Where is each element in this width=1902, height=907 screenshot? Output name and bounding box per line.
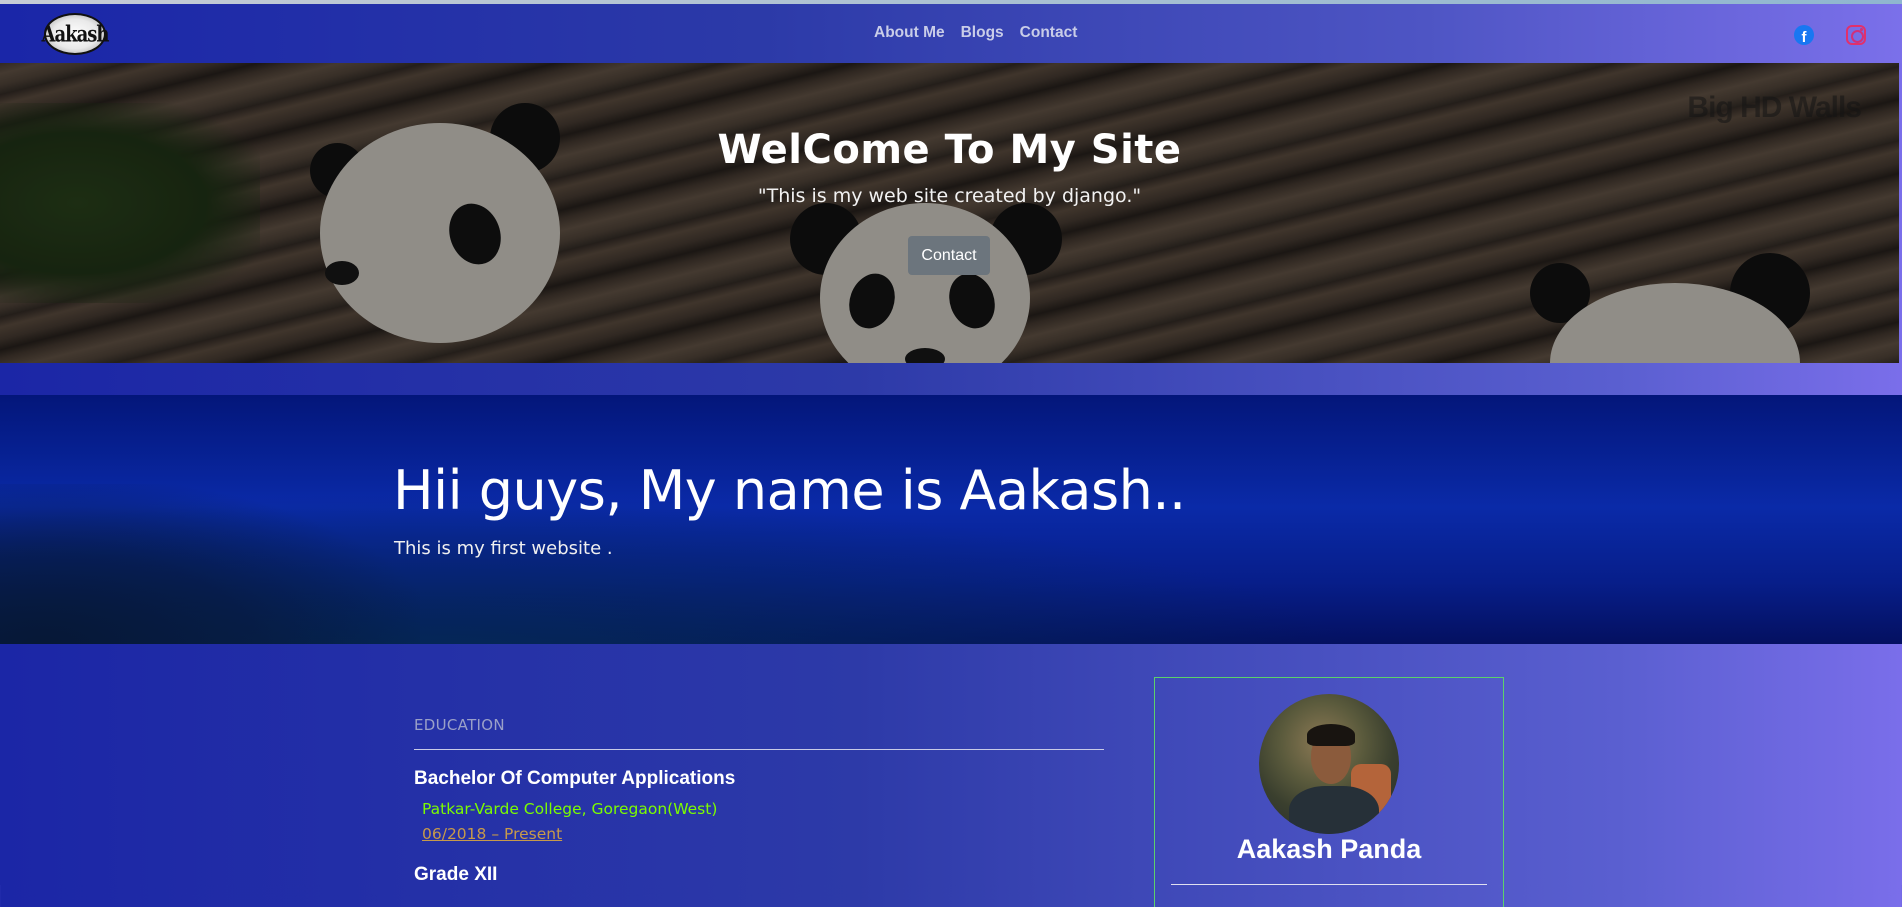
facebook-link[interactable]: f	[1793, 24, 1815, 46]
site-logo[interactable]: Aakash	[41, 13, 110, 55]
instagram-link[interactable]	[1845, 24, 1867, 46]
contact-button[interactable]: Contact	[908, 236, 990, 275]
facebook-icon: f	[1794, 25, 1814, 45]
navbar: Aakash About Me Blogs Contact f	[0, 4, 1902, 63]
nav-link-blogs[interactable]: Blogs	[961, 24, 1004, 42]
hero-title: WelCome To My Site	[717, 127, 1182, 173]
education-heading: EDUCATION	[414, 716, 505, 734]
nav-links: About Me Blogs Contact	[874, 24, 1077, 42]
education-dates: 06/2018 – Present	[422, 825, 563, 843]
education-college: Patkar-Varde College, Goregaon(West)	[422, 800, 718, 818]
intro-jumbotron: Hii guys, My name is Aakash.. This is my…	[0, 395, 1902, 644]
hero-subtitle: "This is my web site created by django."	[757, 185, 1142, 207]
education-degree: Bachelor Of Computer Applications	[414, 768, 736, 789]
education-divider	[414, 749, 1104, 750]
profile-card: Aakash Panda	[1154, 677, 1504, 907]
education-degree: Grade XII	[414, 864, 498, 885]
instagram-icon	[1846, 25, 1866, 45]
profile-name: Aakash Panda	[1236, 834, 1422, 864]
avatar	[1259, 694, 1399, 834]
hero-content: WelCome To My Site "This is my web site …	[0, 63, 1899, 363]
intro-heading: Hii guys, My name is Aakash..	[393, 459, 1186, 522]
nav-link-contact[interactable]: Contact	[1020, 24, 1078, 42]
nav-link-about-me[interactable]: About Me	[874, 24, 945, 42]
hero-banner: Big HD Walls WelCome To My Site "This is…	[0, 63, 1899, 363]
intro-text: This is my first website .	[394, 538, 613, 559]
logo-text: Aakash	[41, 20, 110, 48]
